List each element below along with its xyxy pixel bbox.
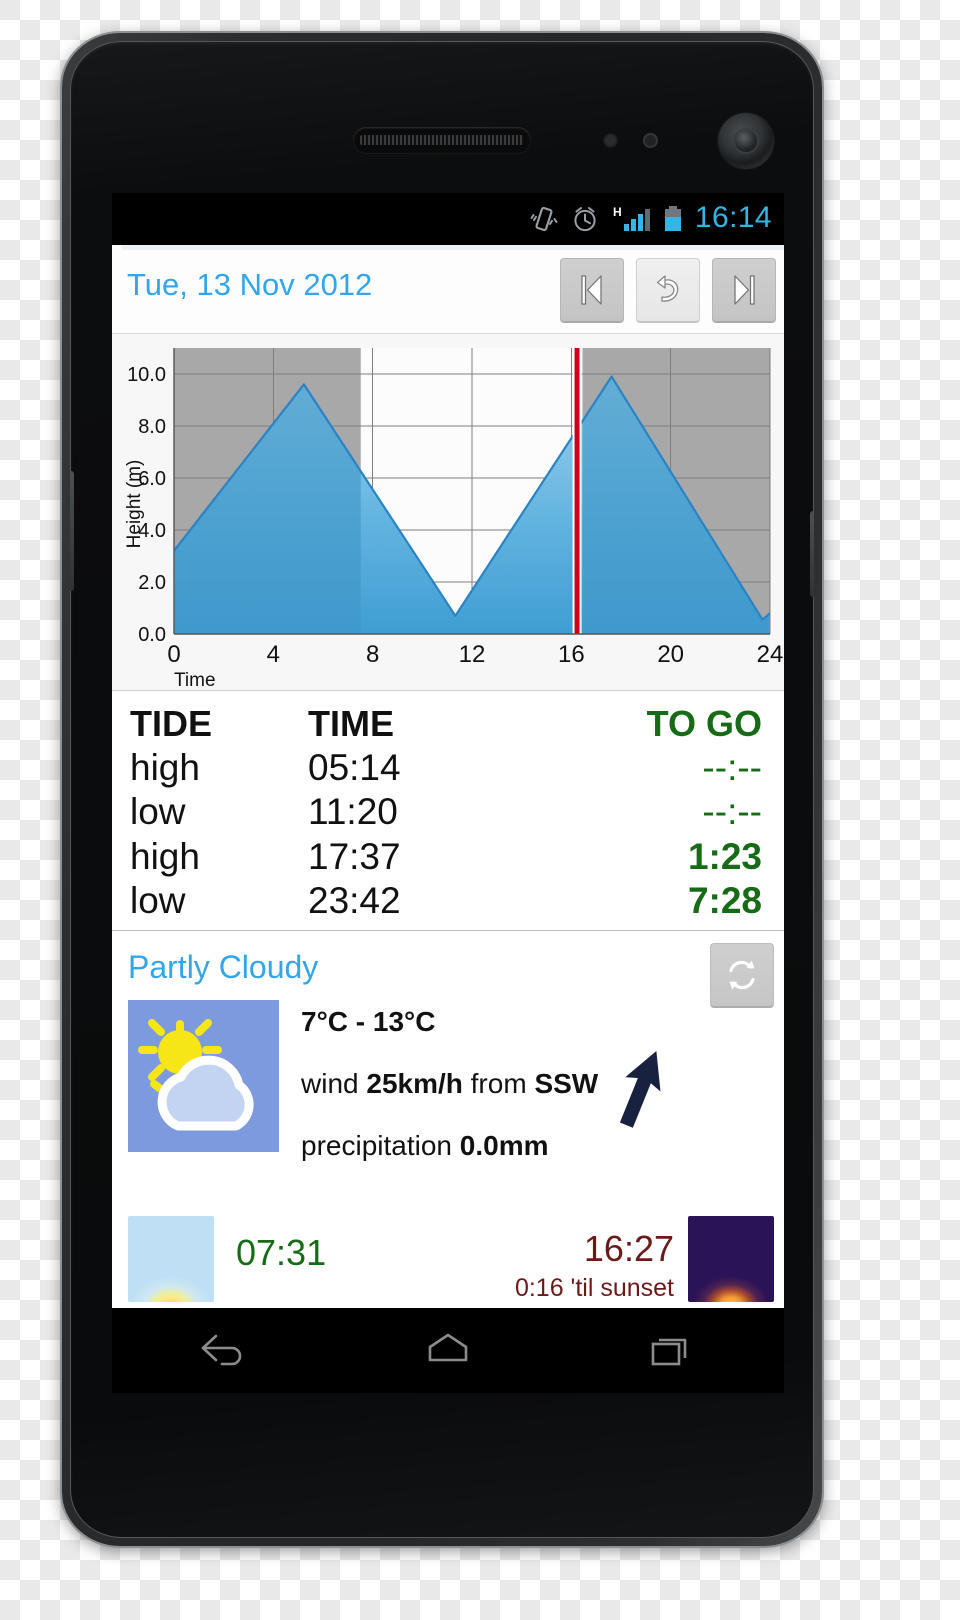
x-tick-label: 8: [366, 641, 379, 668]
x-tick-label: 12: [459, 641, 486, 668]
earpiece-speaker: [353, 127, 531, 153]
cell-time: 05:14: [308, 747, 401, 789]
cell-time: 11:20: [308, 791, 398, 833]
sunrise-icon: [128, 1216, 214, 1303]
table-body: high 05:14 --:-- low 11:20 --:-- high 17:37 1:23…: [112, 748, 784, 920]
skip-previous-icon: [581, 275, 602, 305]
phone-device: H 16:14 Tue, 13 Nov 2012 0.0 2.0 4.0 6.0…: [62, 33, 822, 1546]
sunset-group: 16:27 0:16 'til sunset: [515, 1216, 688, 1303]
table-row: low 11:20 --:--: [112, 792, 784, 831]
tide-table: TIDE TIME TO GO high 05:14 --:-- low 11:20 --…: [112, 690, 784, 931]
chart-x-axis-label: Time: [174, 670, 216, 690]
tide-chart-canvas: 0.02.04.06.08.010.0 0 4 8 12 16 20 24 Height (…: [112, 334, 784, 690]
hspa-signal-icon: H: [613, 205, 650, 231]
next-day-button[interactable]: [712, 258, 776, 323]
front-camera: [718, 113, 774, 169]
previous-day-button[interactable]: [560, 258, 624, 323]
battery-icon: [664, 206, 681, 231]
sunset-time: 16:27: [583, 1228, 674, 1270]
precipitation-info: precipitation 0.0mm: [301, 1130, 549, 1162]
svg-text:H: H: [613, 205, 622, 219]
proximity-sensor: [603, 133, 618, 148]
table-row: high 05:14 --:--: [112, 748, 784, 787]
sunset-icon: [688, 1216, 774, 1303]
today-button[interactable]: [636, 258, 700, 323]
volume-button[interactable]: [70, 471, 74, 591]
android-navigation-bar: [112, 1308, 784, 1393]
android-status-bar: H 16:14: [112, 193, 784, 245]
weather-text-lines: 7°C - 13°C wind 25km/h from SSW precipit…: [279, 1000, 784, 1192]
cell-tide: low: [130, 879, 186, 921]
skip-next-icon: [734, 275, 755, 305]
wind-direction-arrow-icon: [619, 1051, 661, 1128]
sunrise-time: 07:31: [236, 1232, 327, 1274]
now-line-marker: [572, 348, 582, 634]
cell-to-go: --:--: [702, 747, 762, 789]
weather-condition: Partly Cloudy: [128, 949, 319, 986]
partly-cloudy-icon: [128, 1000, 279, 1153]
table-row: high 17:37 1:23: [112, 835, 784, 877]
cell-to-go: 7:28: [687, 879, 762, 921]
cell-to-go: --:--: [702, 791, 762, 833]
chart-y-axis-label: Height (m): [124, 460, 145, 549]
x-tick-label: 24: [757, 641, 784, 668]
y-tick-label: 8.0: [138, 416, 166, 438]
table-header-row: TIDE TIME TO GO: [112, 703, 784, 744]
cell-time: 23:42: [308, 879, 401, 921]
weather-panel: Partly Cloudy 7°C - 13°C wind 25km/h fro…: [112, 930, 784, 1337]
weather-details: 7°C - 13°C wind 25km/h from SSW precipit…: [112, 986, 784, 1192]
y-tick-label: 2.0: [138, 572, 166, 594]
time-til-sunset: 0:16 'til sunset: [514, 1274, 674, 1303]
column-header-tide: TIDE: [130, 703, 213, 744]
vibrate-icon: [530, 206, 558, 232]
cell-to-go: 1:23: [687, 835, 762, 877]
cell-time: 17:37: [308, 835, 401, 877]
alarm-clock-icon: [574, 207, 596, 232]
cell-tide: high: [130, 747, 200, 789]
x-tick-label: 4: [267, 641, 280, 668]
tide-chart[interactable]: 0.0 2.0 4.0 6.0 8.0 10.0 0 4 8 12 16 20 24 Height (…: [112, 334, 784, 690]
x-tick-label: 0: [167, 641, 180, 668]
wind-info: wind 25km/h from SSW: [301, 1068, 599, 1100]
page-title: Tue, 13 Nov 2012: [127, 267, 373, 302]
x-tick-label: 16: [558, 641, 585, 668]
cell-tide: high: [130, 835, 200, 877]
recents-button[interactable]: [644, 1328, 700, 1374]
undo-arrow-icon: [656, 275, 679, 302]
back-button[interactable]: [196, 1328, 252, 1374]
table-row: low 23:42 7:28: [112, 881, 784, 920]
column-header-togo: TO GO: [646, 703, 762, 744]
y-tick-label: 10.0: [127, 364, 166, 386]
phone-screen: H 16:14 Tue, 13 Nov 2012 0.0 2.0 4.0 6.0…: [112, 193, 784, 1393]
ambient-light-sensor: [643, 133, 658, 148]
temperature-range: 7°C - 13°C: [301, 1006, 436, 1038]
x-tick-label: 20: [657, 641, 684, 668]
power-button[interactable]: [810, 511, 814, 597]
home-button[interactable]: [420, 1328, 476, 1374]
status-bar-clock: 16:14: [694, 201, 772, 234]
column-header-time: TIME: [308, 703, 394, 744]
app-header: Tue, 13 Nov 2012: [112, 245, 784, 334]
y-tick-label: 0.0: [138, 624, 166, 646]
date-navigation-buttons: [560, 258, 776, 323]
phone-bezel: H 16:14 Tue, 13 Nov 2012 0.0 2.0 4.0 6.0…: [70, 41, 814, 1538]
cell-tide: low: [130, 791, 186, 833]
